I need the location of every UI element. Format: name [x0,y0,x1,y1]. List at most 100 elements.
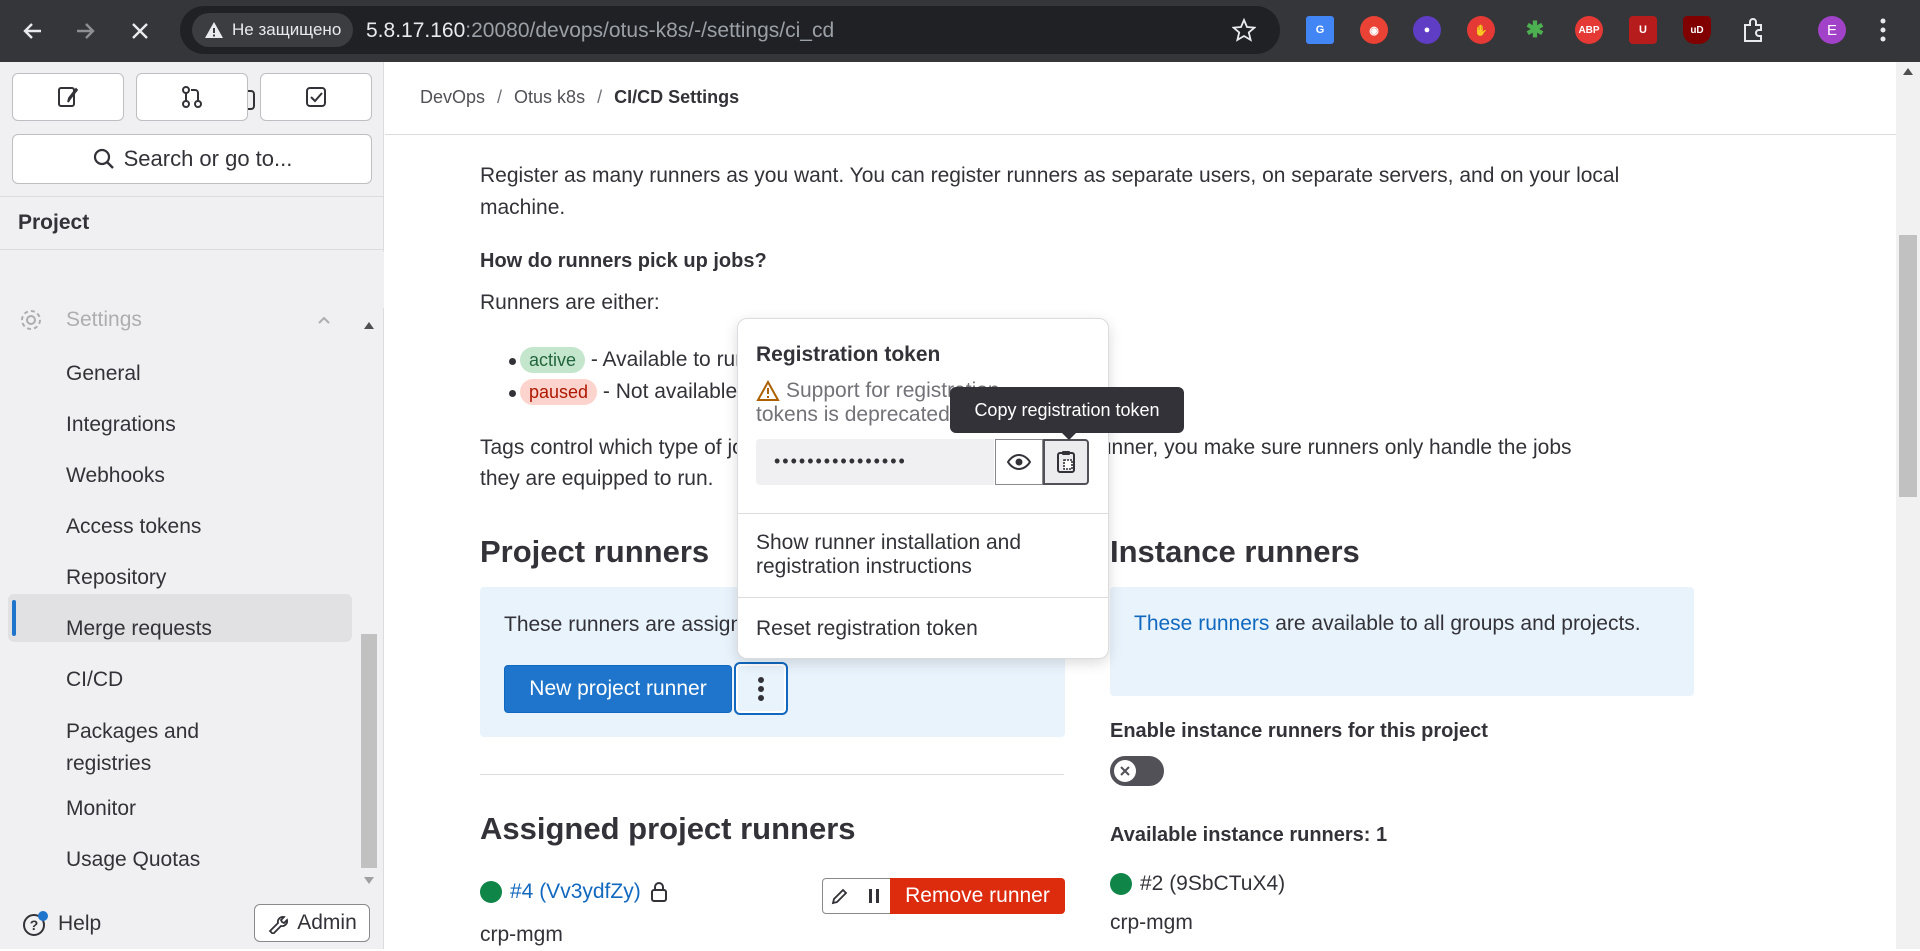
instance-runners-card [1110,587,1694,696]
scroll-up-icon[interactable] [363,320,375,330]
admin-button[interactable]: Admin [254,904,370,942]
toggle-knob [1114,760,1136,782]
reveal-token-button[interactable] [995,439,1043,485]
assigned-runners-title: Assigned project runners [480,811,856,846]
hand-icon[interactable]: ✋ [1467,16,1495,44]
eye-icon [1006,453,1032,471]
profile-avatar[interactable]: E [1818,16,1846,44]
instance-runners-link[interactable]: These runners [1134,612,1269,635]
translate-icon[interactable]: G [1306,16,1334,44]
edit-runner-button[interactable] [822,878,858,914]
breadcrumb-divider [385,134,1900,135]
todo-icon [306,87,326,107]
chevron-up-icon [318,316,330,324]
spy-icon[interactable]: ● [1413,16,1441,44]
breadcrumb: DevOps / Otus k8s / CI/CD Settings [420,87,740,107]
lock-icon [650,882,667,902]
issues-icon [58,87,79,107]
sidebar-item-webhooks[interactable]: Webhooks [66,464,165,488]
ublock-icon[interactable]: U [1629,16,1657,44]
runner-options-button[interactable] [734,662,788,715]
bullet [509,358,516,365]
sidebar-item-access-tokens[interactable]: Access tokens [66,515,201,539]
help-button[interactable]: ? Help [22,910,101,938]
copy-token-tooltip: Copy registration token [950,387,1184,440]
instance-runners-desc: These runners are available to all group… [1134,609,1654,639]
scroll-down-icon[interactable] [363,876,375,886]
issues-button[interactable] [12,73,124,121]
todos-button[interactable] [260,73,372,121]
settings-header-mask [0,252,384,308]
pause-icon [868,889,879,903]
opera-icon[interactable]: ◉ [1360,16,1388,44]
security-label: Не защищено [232,20,342,39]
instance-runner-desc: crp-mgm [1110,911,1193,934]
pause-runner-button[interactable] [857,878,891,914]
sidebar-item-usage-quotas[interactable]: Usage Quotas [66,848,200,872]
search-icon [93,148,114,169]
instance-runners-toggle[interactable] [1110,756,1164,786]
sidebar-item-ci-cd[interactable]: CI/CD [66,668,123,692]
sidebar-scrollbar-thumb[interactable] [361,634,377,868]
enable-instance-label: Enable instance runners for this project [1110,720,1488,742]
forward-button[interactable] [68,13,104,49]
pencil-icon [831,888,848,905]
sidebar-item-repository[interactable]: Repository [66,566,166,590]
help-label: Help [58,912,102,935]
puzzle-color-icon[interactable]: ✱ [1521,16,1549,44]
paused-badge: paused [520,379,598,405]
pickup-heading: How do runners pick up jobs? [480,250,767,272]
svg-text:?: ? [30,917,39,933]
online-status-icon [480,881,502,903]
ud-icon[interactable]: uD [1683,16,1711,44]
abp-icon[interactable]: ABP [1575,16,1603,44]
assigned-runner-row: #4 (Vv3ydfZy) [480,880,669,904]
assigned-runner-link[interactable]: #4 (Vv3ydfZy) [510,880,641,904]
gear-icon [21,310,41,330]
merge-requests-button[interactable] [136,73,248,121]
back-arrow-icon [23,23,41,39]
star-icon[interactable] [1232,18,1256,42]
active-badge: active [520,347,586,373]
sidebar-item-monitor[interactable]: Monitor [66,797,136,821]
warning-icon [756,380,780,401]
back-button[interactable] [14,13,50,49]
page-scrollbar-thumb[interactable] [1899,235,1917,497]
page-scroll-up-icon[interactable] [1902,66,1914,76]
new-project-runner-button[interactable]: New project runner [504,665,732,713]
token-field[interactable]: •••••••••••••••• [756,439,994,485]
instance-runners-title: Instance runners [1110,534,1360,569]
settings-label: Settings [66,308,142,331]
url-host: 5.8.17.160 [366,19,466,42]
remove-runner-button[interactable]: Remove runner [890,878,1065,914]
page-scrollbar[interactable] [1896,62,1920,949]
section-divider [480,774,1064,775]
security-indicator[interactable]: Не защищено [192,13,354,47]
stop-button[interactable] [122,13,158,49]
extensions-icon[interactable] [1740,16,1768,44]
help-icon: ? [23,911,48,936]
sidebar-item-general[interactable]: General [66,362,141,386]
instance-runner-row: #2 (9SbCTuX4) [1110,872,1285,896]
sidebar-item-merge-requests[interactable]: Merge requests [66,617,212,641]
sidebar-item-integrations[interactable]: Integrations [66,413,176,437]
show-instructions-item[interactable]: Show runner installation and registratio… [756,531,1076,579]
close-icon [132,23,148,39]
runners-either-text: Runners are either: [480,291,660,314]
reset-token-item[interactable]: Reset registration token [756,617,978,641]
instance-runner-name: #2 (9SbCTuX4) [1140,872,1286,895]
breadcrumb-project[interactable]: Otus k8s [514,87,585,107]
online-status-icon [1110,873,1132,895]
menu-dots-icon[interactable] [1878,16,1888,44]
tags-text-2: they are equipped to run. [480,467,714,490]
address-bar[interactable]: Не защищено 5.8.17.160:20080/devops/otus… [180,6,1280,54]
search-input[interactable]: Search or go to... [12,134,372,184]
sidebar-item-packages[interactable]: Packages and registries [66,716,266,780]
breadcrumb-devops[interactable]: DevOps [420,87,485,107]
warning-icon [205,22,223,38]
clipboard-icon [1057,451,1075,473]
browser-toolbar: Не защищено 5.8.17.160:20080/devops/otus… [0,0,1920,62]
popover-divider [738,597,1108,598]
intro-text: Register as many runners as you want. Yo… [480,164,1620,219]
bullet [509,390,516,397]
